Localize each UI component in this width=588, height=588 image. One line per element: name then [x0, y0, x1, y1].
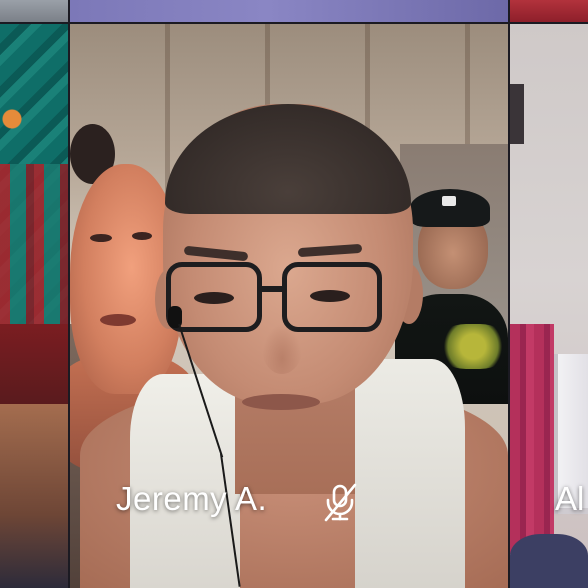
cap-logo: [442, 196, 456, 206]
baseball-cap: [410, 189, 490, 227]
background-person-eye: [90, 234, 112, 242]
background-person-mouth: [100, 314, 136, 326]
mouth: [242, 394, 320, 410]
participant-video-right: [510, 534, 588, 588]
participant-name-label-right: Al: [555, 480, 585, 517]
background-object: [510, 84, 524, 144]
background-blanket-stripes: [0, 164, 68, 324]
glasses-bridge: [258, 286, 286, 292]
glasses-lens-right: [282, 262, 382, 332]
video-tile-top-center[interactable]: [70, 0, 508, 22]
video-tile-top-left[interactable]: [0, 0, 68, 22]
nose: [262, 324, 302, 374]
video-tile-left[interactable]: [0, 24, 68, 588]
shirt-print: [438, 324, 508, 369]
curtain: [510, 324, 554, 554]
participant-video-left: [0, 404, 68, 588]
participant-name-label: Jeremy A.: [116, 480, 268, 517]
mic-off-icon: [318, 480, 362, 524]
background-person-eye: [132, 232, 152, 240]
video-tile-top-right[interactable]: [510, 0, 588, 22]
tank-top-right: [355, 359, 465, 588]
